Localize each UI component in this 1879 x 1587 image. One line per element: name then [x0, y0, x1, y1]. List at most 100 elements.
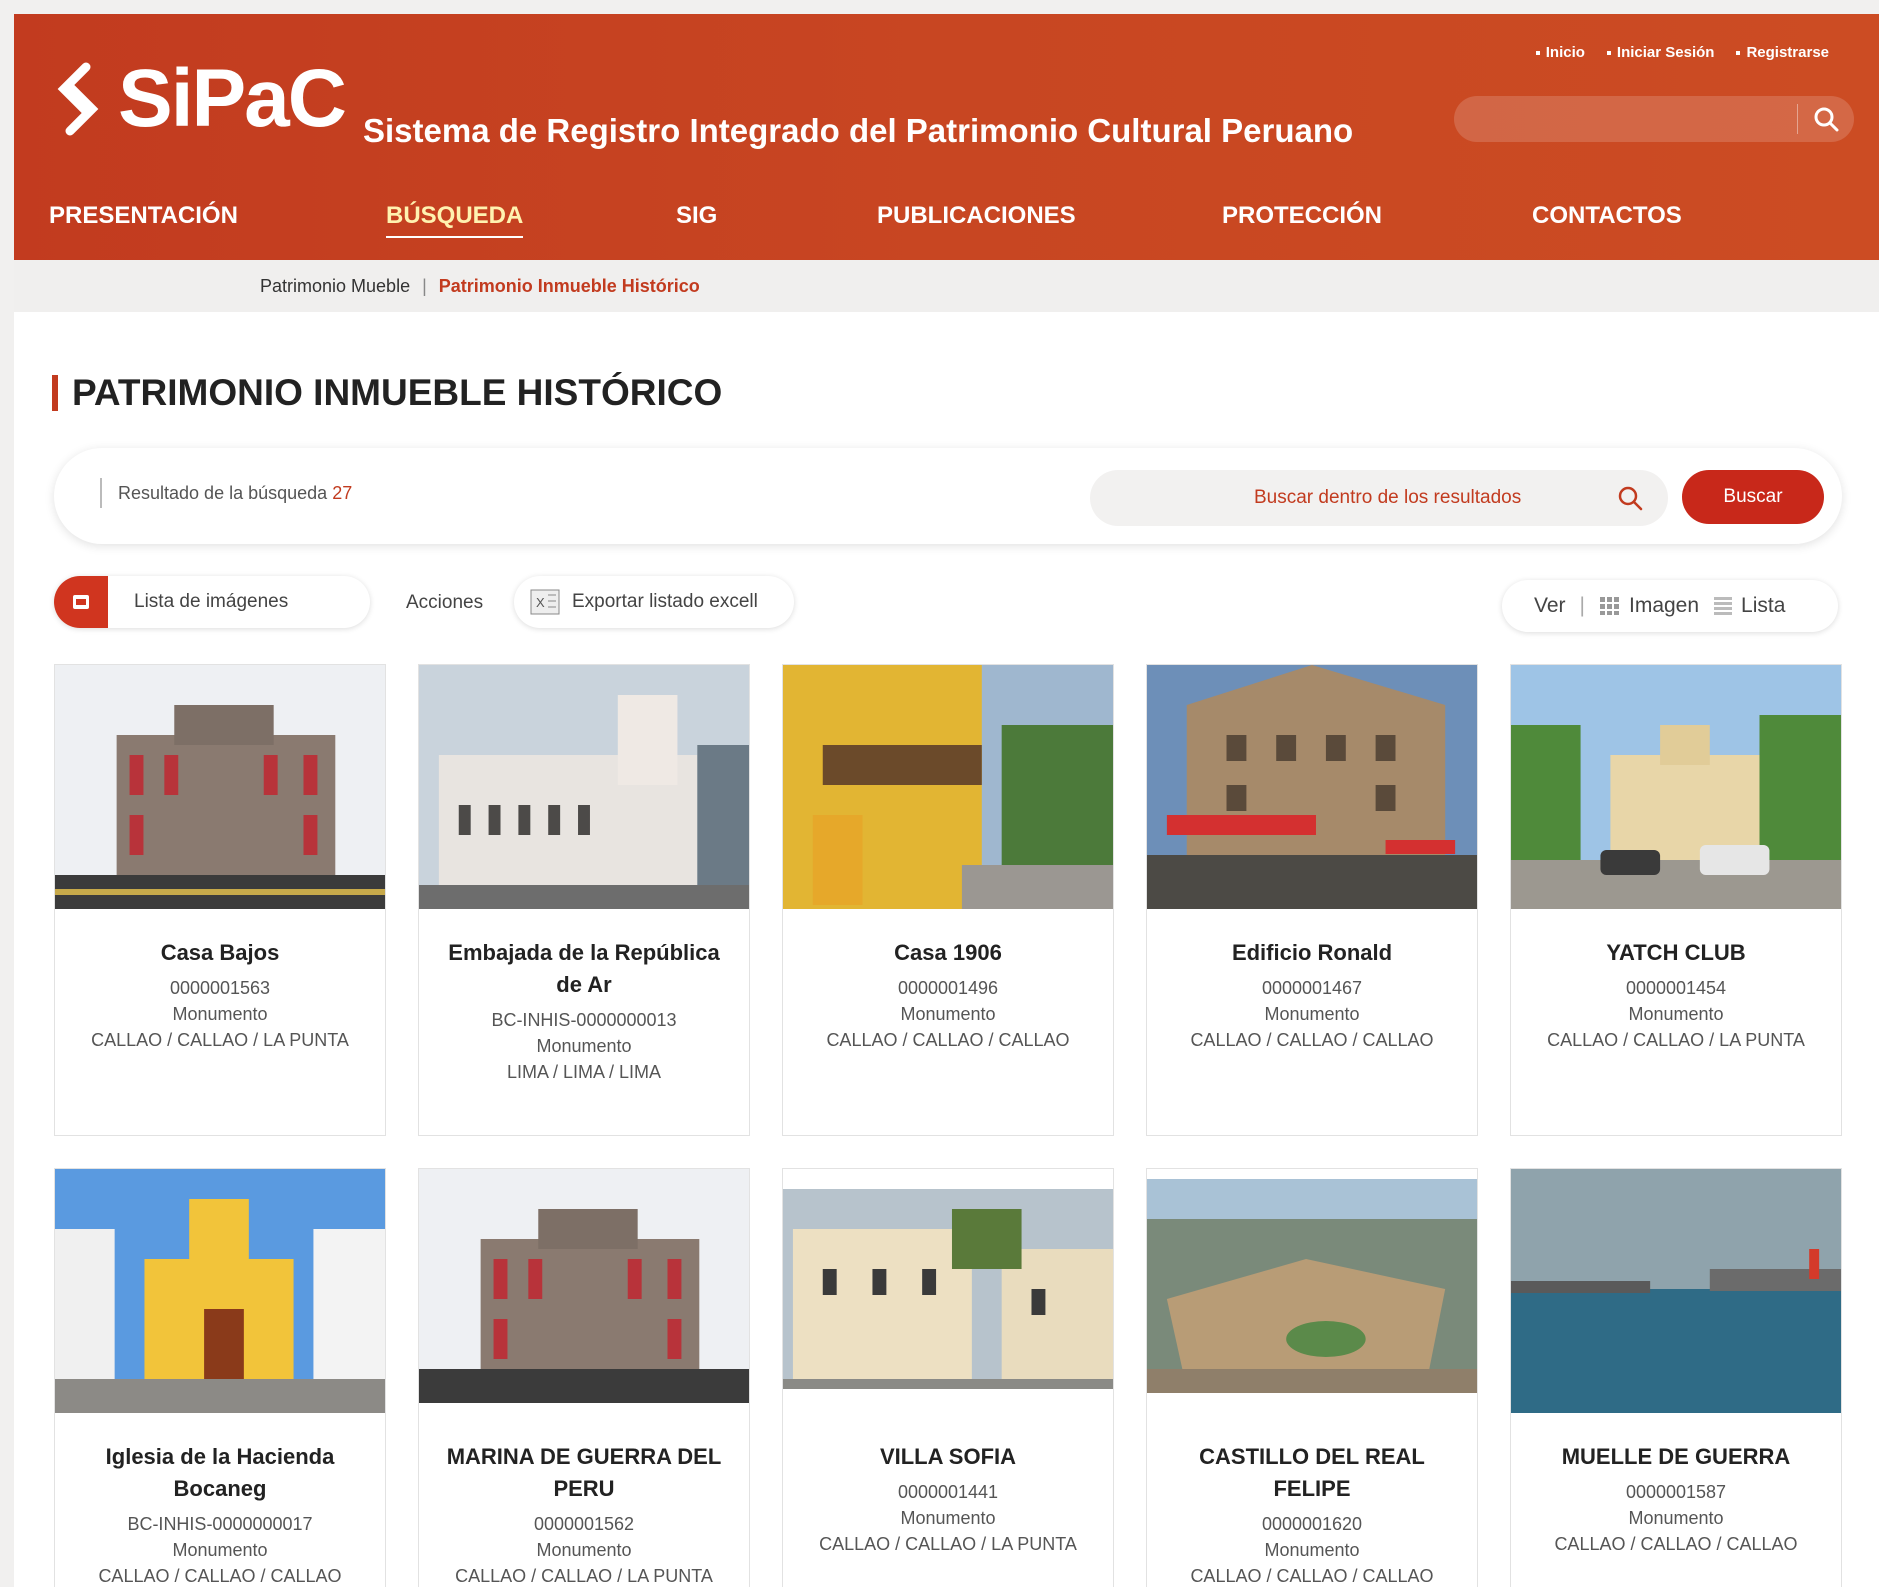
card-type: Monumento: [1264, 1004, 1360, 1024]
card-location: CALLAO / CALLAO / LA PUNTA: [1547, 1030, 1805, 1050]
search-divider: [1797, 104, 1798, 134]
search-button[interactable]: Buscar: [1682, 470, 1824, 524]
header-search-input[interactable]: [1454, 96, 1854, 142]
logo[interactable]: SiPaC: [48, 58, 347, 140]
card-photo: [419, 1169, 749, 1413]
card-code: BC-INHIS-0000000013: [491, 1010, 677, 1030]
nav-proteccion[interactable]: PROTECCIÓN: [1222, 202, 1382, 230]
card-code: 0000001467: [1261, 978, 1363, 998]
card-code: 0000001620: [1261, 1514, 1363, 1534]
card-code: 0000001563: [169, 978, 271, 998]
top-link-inicio[interactable]: Inicio: [1536, 44, 1585, 61]
card-photo: [1147, 1169, 1477, 1413]
view-switcher: Ver | Imagen Lista: [1502, 580, 1838, 632]
card-photo: [1511, 1169, 1841, 1413]
card-title[interactable]: MUELLE DE GUERRA: [1511, 1441, 1841, 1473]
card-location: CALLAO / CALLAO / CALLAO: [1190, 1566, 1434, 1586]
card-photo: [419, 665, 749, 909]
result-card[interactable]: VILLA SOFIA 0000001441 Monumento CALLAO …: [782, 1168, 1114, 1587]
card-type: Monumento: [900, 1508, 996, 1528]
card-type: Monumento: [172, 1540, 268, 1560]
card-location: CALLAO / CALLAO / LA PUNTA: [819, 1534, 1077, 1554]
image-list-label: Lista de imágenes: [134, 591, 289, 612]
card-title[interactable]: YATCH CLUB: [1511, 937, 1841, 969]
export-excel-button[interactable]: X Exportar listado excell: [514, 576, 794, 628]
result-card[interactable]: MARINA DE GUERRA DEL PERU 0000001562 Mon…: [418, 1168, 750, 1587]
result-card[interactable]: MUELLE DE GUERRA 0000001587 Monumento CA…: [1510, 1168, 1842, 1587]
top-links: Inicio Iniciar Sesión Registrarse: [1536, 44, 1829, 61]
subnav-separator: |: [422, 276, 427, 296]
card-location: LIMA / LIMA / LIMA: [506, 1062, 662, 1082]
card-meta: BC-INHIS-0000000013 Monumento LIMA / LIM…: [419, 1007, 749, 1085]
title-accent-bar: [52, 375, 58, 411]
card-location: CALLAO / CALLAO / CALLAO: [1190, 1030, 1434, 1050]
card-type: Monumento: [536, 1036, 632, 1056]
nav-sig[interactable]: SIG: [676, 202, 717, 230]
card-title[interactable]: MARINA DE GUERRA DEL PERU: [419, 1441, 749, 1505]
nav-contactos[interactable]: CONTACTOS: [1532, 202, 1682, 230]
result-card[interactable]: CASTILLO DEL REAL FELIPE 0000001620 Monu…: [1146, 1168, 1478, 1587]
actions-label: Acciones: [406, 592, 484, 613]
card-code: 0000001587: [1625, 1482, 1727, 1502]
card-title[interactable]: VILLA SOFIA: [783, 1441, 1113, 1473]
card-meta: 0000001587 Monumento CALLAO / CALLAO / C…: [1511, 1479, 1841, 1557]
result-card[interactable]: Casa Bajos 0000001563 Monumento CALLAO /…: [54, 664, 386, 1136]
card-title[interactable]: Casa Bajos: [55, 937, 385, 969]
results-label: Resultado de la búsqueda: [118, 483, 328, 503]
top-link-register[interactable]: Registrarse: [1736, 44, 1829, 61]
card-photo: [55, 1169, 385, 1413]
toolbar: Lista de imágenes Acciones X Exportar li…: [54, 576, 1842, 636]
result-card[interactable]: YATCH CLUB 0000001454 Monumento CALLAO /…: [1510, 664, 1842, 1136]
grid-icon: [1600, 597, 1619, 615]
logo-mark-icon: [57, 62, 99, 136]
subnav-patrimonio-inmueble[interactable]: Patrimonio Inmueble Histórico: [439, 276, 700, 297]
nav-presentacion[interactable]: PRESENTACIÓN: [49, 202, 238, 230]
result-card[interactable]: Edificio Ronald 0000001467 Monumento CAL…: [1146, 664, 1478, 1136]
result-card[interactable]: Casa 1906 0000001496 Monumento CALLAO / …: [782, 664, 1114, 1136]
image-list-icon-box: [54, 576, 108, 628]
search-icon[interactable]: [1616, 484, 1644, 512]
card-photo: [1147, 665, 1477, 909]
view-separator: |: [1579, 594, 1585, 617]
card-code: BC-INHIS-0000000017: [127, 1514, 313, 1534]
card-location: CALLAO / CALLAO / CALLAO: [1554, 1534, 1798, 1554]
results-bar: Resultado de la búsqueda 27 Buscar dentr…: [54, 448, 1842, 544]
card-photo: [783, 665, 1113, 909]
site-header: Inicio Iniciar Sesión Registrarse SiPaC …: [14, 14, 1879, 260]
result-card[interactable]: Iglesia de la Hacienda Bocaneg BC-INHIS-…: [54, 1168, 386, 1587]
card-meta: 0000001563 Monumento CALLAO / CALLAO / L…: [55, 975, 385, 1053]
result-card[interactable]: Embajada de la República de Ar BC-INHIS-…: [418, 664, 750, 1136]
view-list-option[interactable]: Lista: [1713, 594, 1785, 618]
view-image-option[interactable]: Imagen: [1599, 594, 1699, 618]
results-search-input[interactable]: Buscar dentro de los resultados: [1090, 470, 1668, 526]
subnav-patrimonio-mueble[interactable]: Patrimonio Mueble: [260, 276, 410, 297]
page-title: PATRIMONIO INMUEBLE HISTÓRICO: [52, 372, 722, 414]
card-code: 0000001562: [533, 1514, 635, 1534]
card-title[interactable]: Embajada de la República de Ar: [419, 937, 749, 1001]
card-code: 0000001441: [897, 1482, 999, 1502]
card-location: CALLAO / CALLAO / CALLAO: [826, 1030, 1070, 1050]
card-location: CALLAO / CALLAO / LA PUNTA: [455, 1566, 713, 1586]
card-title[interactable]: Edificio Ronald: [1147, 937, 1477, 969]
nav-busqueda[interactable]: BÚSQUEDA: [386, 202, 524, 238]
list-icon: [1714, 597, 1733, 615]
card-type: Monumento: [536, 1540, 632, 1560]
export-label: Exportar listado excell: [572, 591, 758, 612]
card-title[interactable]: CASTILLO DEL REAL FELIPE: [1147, 1441, 1477, 1505]
card-meta: 0000001467 Monumento CALLAO / CALLAO / C…: [1147, 975, 1477, 1053]
nav-publicaciones[interactable]: PUBLICACIONES: [877, 202, 1076, 230]
view-label: Ver: [1534, 594, 1566, 617]
results-search-placeholder: Buscar dentro de los resultados: [1254, 487, 1522, 508]
card-title[interactable]: Casa 1906: [783, 937, 1113, 969]
search-icon[interactable]: [1812, 105, 1840, 133]
svg-text:X: X: [536, 595, 545, 610]
card-photo: [55, 665, 385, 909]
image-list-button[interactable]: Lista de imágenes: [54, 576, 370, 628]
page-title-text: PATRIMONIO INMUEBLE HISTÓRICO: [72, 372, 723, 413]
card-title[interactable]: Iglesia de la Hacienda Bocaneg: [55, 1441, 385, 1505]
card-type: Monumento: [1628, 1004, 1724, 1024]
card-type: Monumento: [1264, 1540, 1360, 1560]
card-type: Monumento: [172, 1004, 268, 1024]
top-link-login[interactable]: Iniciar Sesión: [1607, 44, 1715, 61]
card-code: 0000001454: [1625, 978, 1727, 998]
